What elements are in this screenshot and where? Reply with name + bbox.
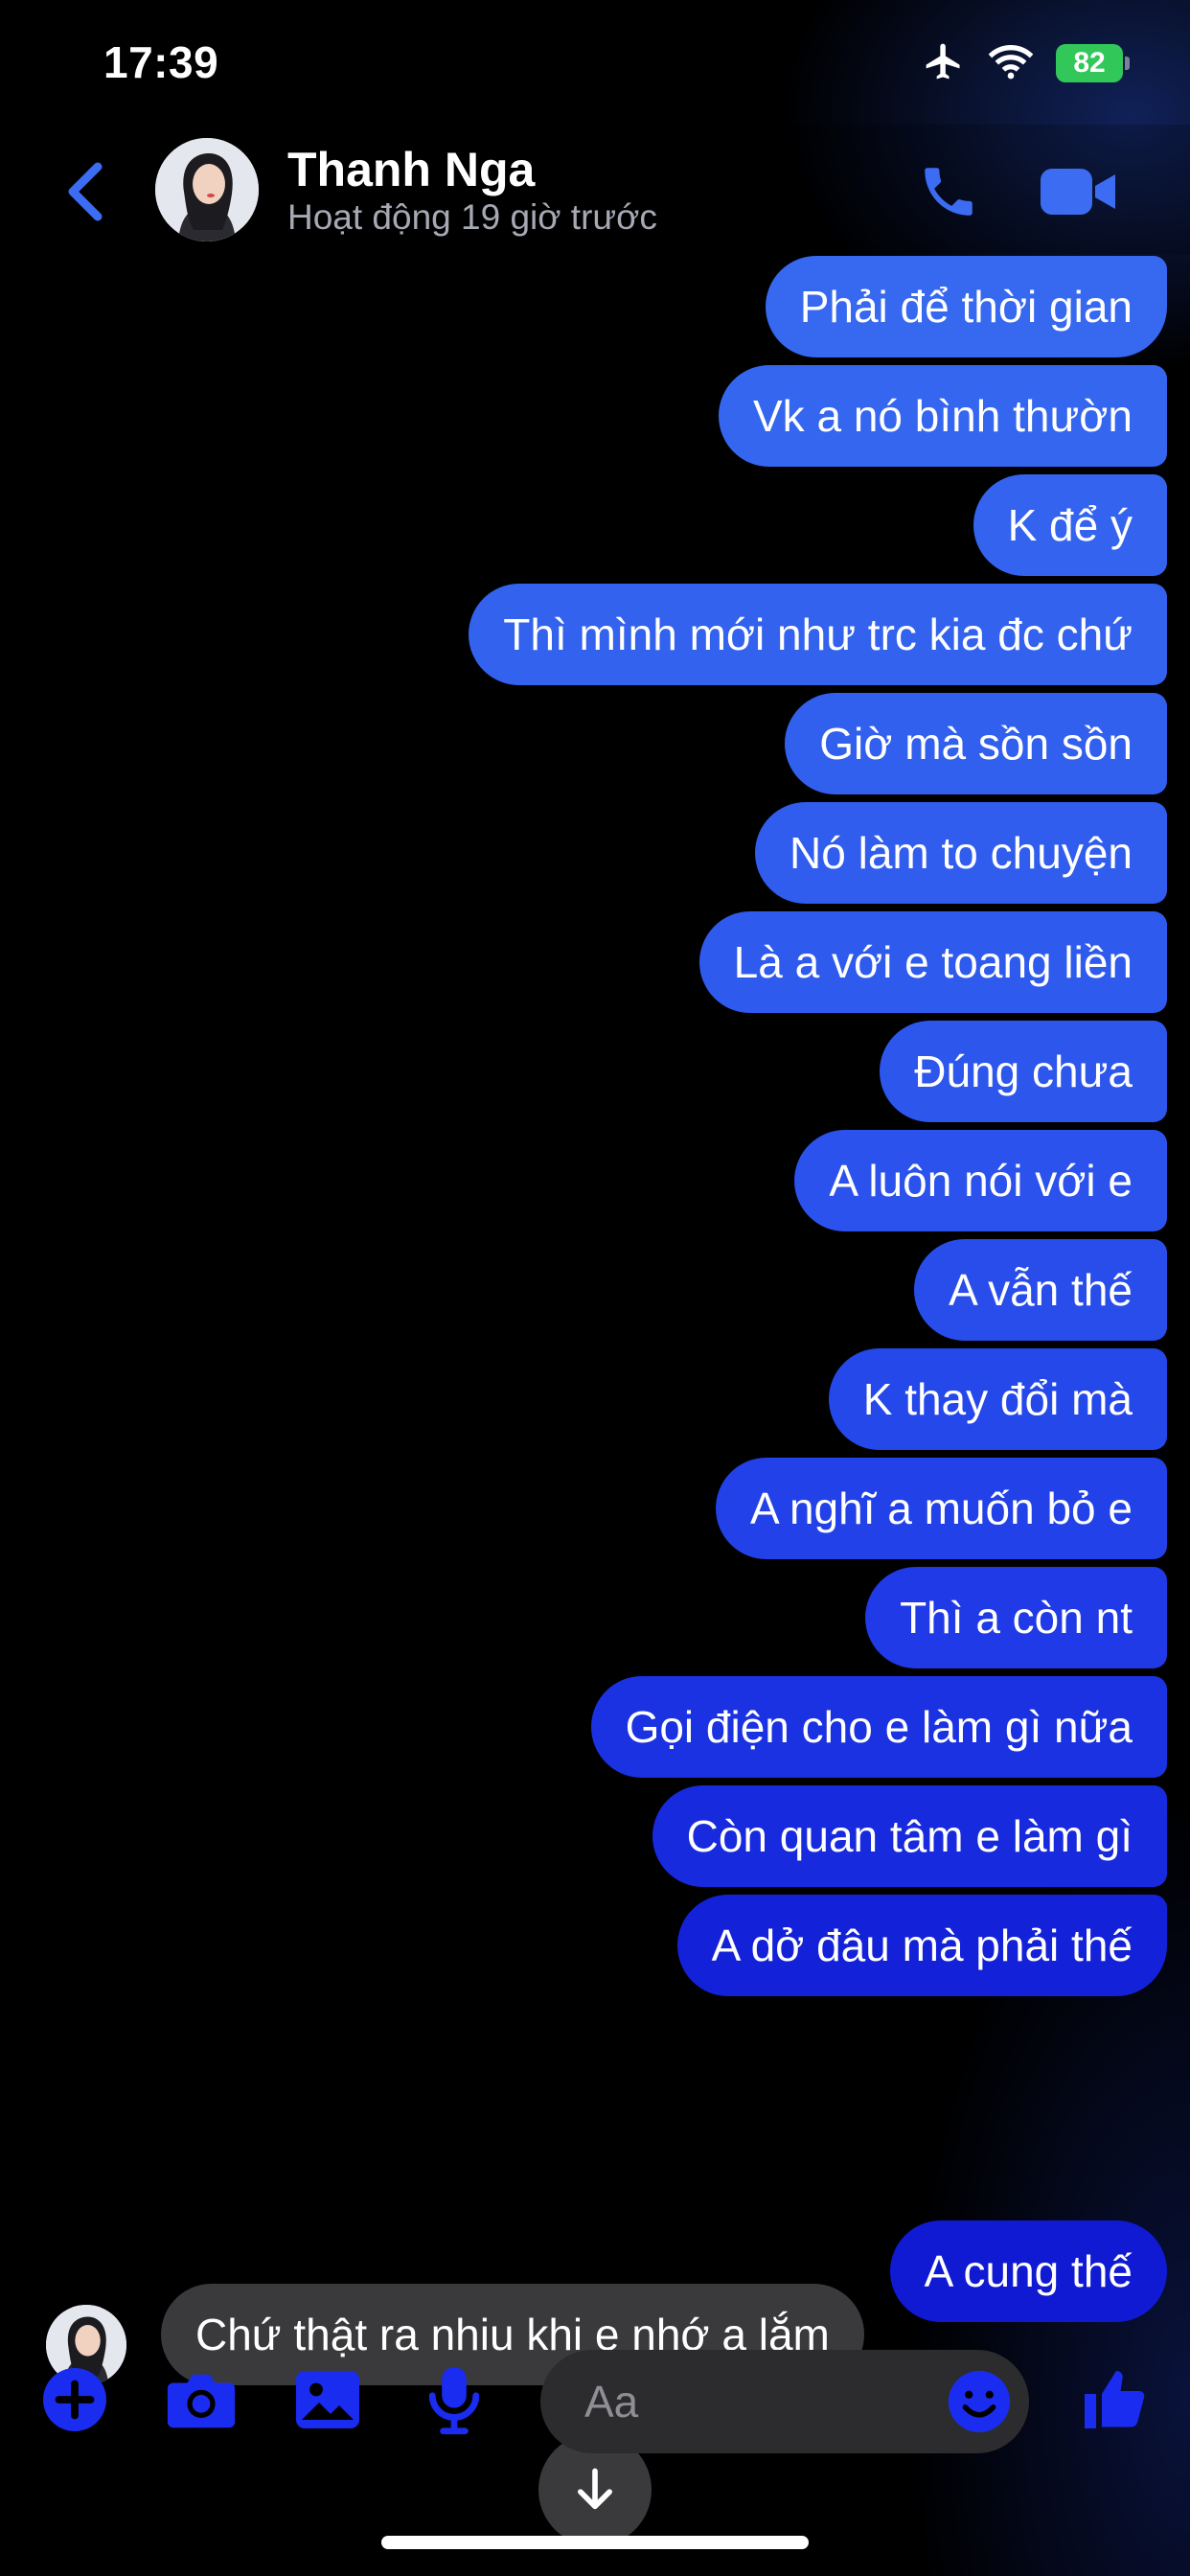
arrow-down-icon: [578, 2468, 612, 2510]
camera-button[interactable]: [163, 2361, 240, 2438]
like-button[interactable]: [1075, 2361, 1152, 2438]
contact-activity-status: Hoạt động 19 giờ trước: [287, 197, 657, 237]
outgoing-message-bubble[interactable]: Là a với e toang liền: [698, 911, 1167, 1013]
outgoing-message-bubble[interactable]: K thay đổi mà: [828, 1348, 1167, 1450]
camera-icon: [167, 2374, 236, 2428]
outgoing-message-bubble[interactable]: Còn quan tâm e làm gì: [652, 1785, 1167, 1887]
chat-header: Thanh Nga Hoạt động 19 giờ trước: [0, 125, 1190, 254]
thumbs-up-icon: [1085, 2371, 1145, 2428]
message-list[interactable]: Phải để thời gian Vk a nó bình thườn K để …: [0, 254, 1190, 2546]
microphone-icon: [428, 2366, 480, 2435]
back-chevron-icon: [68, 162, 103, 221]
outgoing-message-bubble[interactable]: Nó làm to chuyện: [755, 802, 1167, 904]
outgoing-message-bubble[interactable]: Phải để thời gian: [765, 256, 1167, 357]
outgoing-message-bubble[interactable]: A nghĩ a muốn bỏ e: [716, 1458, 1167, 1559]
wifi-icon: [987, 42, 1035, 85]
contact-name[interactable]: Thanh Nga: [287, 142, 535, 197]
photo-gallery-button[interactable]: [289, 2361, 366, 2438]
outgoing-message-bubble[interactable]: Thì a còn nt: [865, 1567, 1167, 1668]
outgoing-message-bubble[interactable]: Đúng chưa: [880, 1021, 1167, 1122]
outgoing-message-bubble[interactable]: A cung thế: [889, 2220, 1167, 2322]
back-button[interactable]: [56, 153, 113, 230]
phone-icon: [925, 168, 973, 216]
outgoing-message-bubble[interactable]: Giờ mà sồn sồn: [785, 693, 1167, 794]
battery-icon: 82: [1056, 44, 1130, 82]
contact-avatar[interactable]: [155, 138, 259, 242]
photo-icon: [296, 2371, 359, 2428]
emoji-icon: [948, 2370, 1011, 2433]
home-indicator[interactable]: [381, 2536, 809, 2549]
video-call-button[interactable]: [1035, 153, 1121, 230]
plus-icon: [43, 2368, 106, 2431]
outgoing-message-bubble[interactable]: Gọi điện cho e làm gì nữa: [590, 1676, 1167, 1778]
messenger-chat-screen: 17:39 82 Thanh Nga Hoạt động 19 giờ trướ…: [0, 0, 1190, 2576]
status-time: 17:39: [103, 37, 219, 87]
outgoing-message-bubble[interactable]: A vẫn thế: [914, 1239, 1167, 1341]
outgoing-message-bubble[interactable]: Thì mình mới như trc kia đc chứ: [469, 584, 1167, 685]
status-bar: 17:39 82: [0, 0, 1190, 125]
outgoing-message-bubble[interactable]: Vk a nó bình thườn: [719, 365, 1167, 467]
outgoing-message-bubble[interactable]: A dở đâu mà phải thế: [676, 1895, 1167, 1996]
battery-level: 82: [1073, 47, 1106, 79]
voice-message-button[interactable]: [416, 2361, 492, 2438]
airplane-icon: [922, 40, 966, 87]
message-composer: [0, 2338, 1190, 2463]
more-actions-button[interactable]: [36, 2361, 113, 2438]
outgoing-message-bubble[interactable]: A luôn nói với e: [794, 1130, 1167, 1231]
status-icons: 82: [922, 40, 1130, 87]
voice-call-button[interactable]: [910, 153, 987, 230]
emoji-button[interactable]: [943, 2365, 1016, 2438]
video-camera-icon: [1041, 169, 1115, 215]
outgoing-message-bubble[interactable]: K để ý: [973, 474, 1167, 576]
